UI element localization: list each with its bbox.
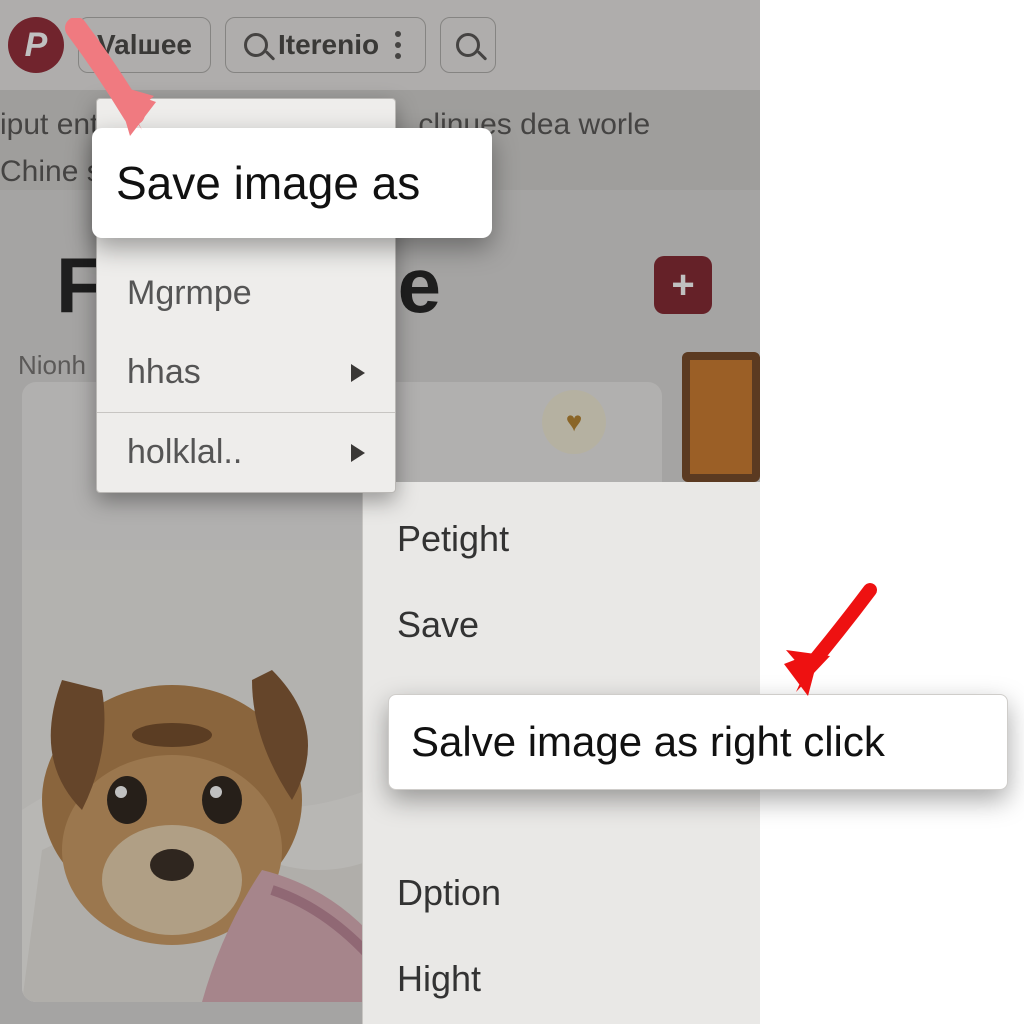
kebab-icon bbox=[395, 31, 401, 59]
pin-image bbox=[22, 550, 392, 1002]
menu-item-holklal[interactable]: holklal.. bbox=[97, 412, 395, 492]
chevron-right-icon bbox=[351, 364, 365, 382]
annotation-arrow-2 bbox=[760, 580, 890, 710]
page-title-part1: F bbox=[56, 240, 102, 331]
menu-item-mgrmpe[interactable]: Mgrmpe bbox=[97, 254, 395, 333]
submenu-item-dption[interactable]: Dption bbox=[363, 850, 760, 936]
callout-1-text: Save image as bbox=[116, 156, 420, 210]
menu-item-label: holklal.. bbox=[127, 433, 242, 472]
add-button[interactable]: + bbox=[654, 256, 712, 314]
heart-icon: ♥ bbox=[566, 406, 583, 438]
heart-badge[interactable]: ♥ bbox=[542, 390, 606, 454]
submenu-item-hight[interactable]: Hight bbox=[363, 936, 760, 1022]
search-icon bbox=[456, 33, 480, 57]
side-thumbnail[interactable] bbox=[682, 352, 760, 482]
plus-icon: + bbox=[671, 263, 694, 308]
menu-item-label: Mgrmpe bbox=[127, 274, 252, 313]
submenu-item-save[interactable]: Save bbox=[363, 582, 760, 668]
search-button[interactable] bbox=[440, 17, 496, 73]
sub-label: Nionh bbox=[18, 350, 86, 381]
chevron-right-icon bbox=[351, 444, 365, 462]
dog-illustration bbox=[22, 550, 392, 1002]
logo-letter: P bbox=[25, 26, 48, 65]
menu-item-hhas[interactable]: hhas bbox=[97, 333, 395, 412]
nav-pill-2-label: Iterenio bbox=[278, 29, 379, 61]
callout-2-text: Salve image as right click bbox=[411, 718, 885, 766]
callout-salve-image-right-click: Salve image as right click bbox=[388, 694, 1008, 790]
annotation-arrow-1 bbox=[46, 18, 166, 148]
nav-pill-2-search[interactable]: Iterenio bbox=[225, 17, 426, 73]
submenu-item-petight[interactable]: Petight bbox=[363, 496, 760, 582]
menu-item-label: hhas bbox=[127, 353, 201, 392]
search-icon bbox=[244, 33, 268, 57]
